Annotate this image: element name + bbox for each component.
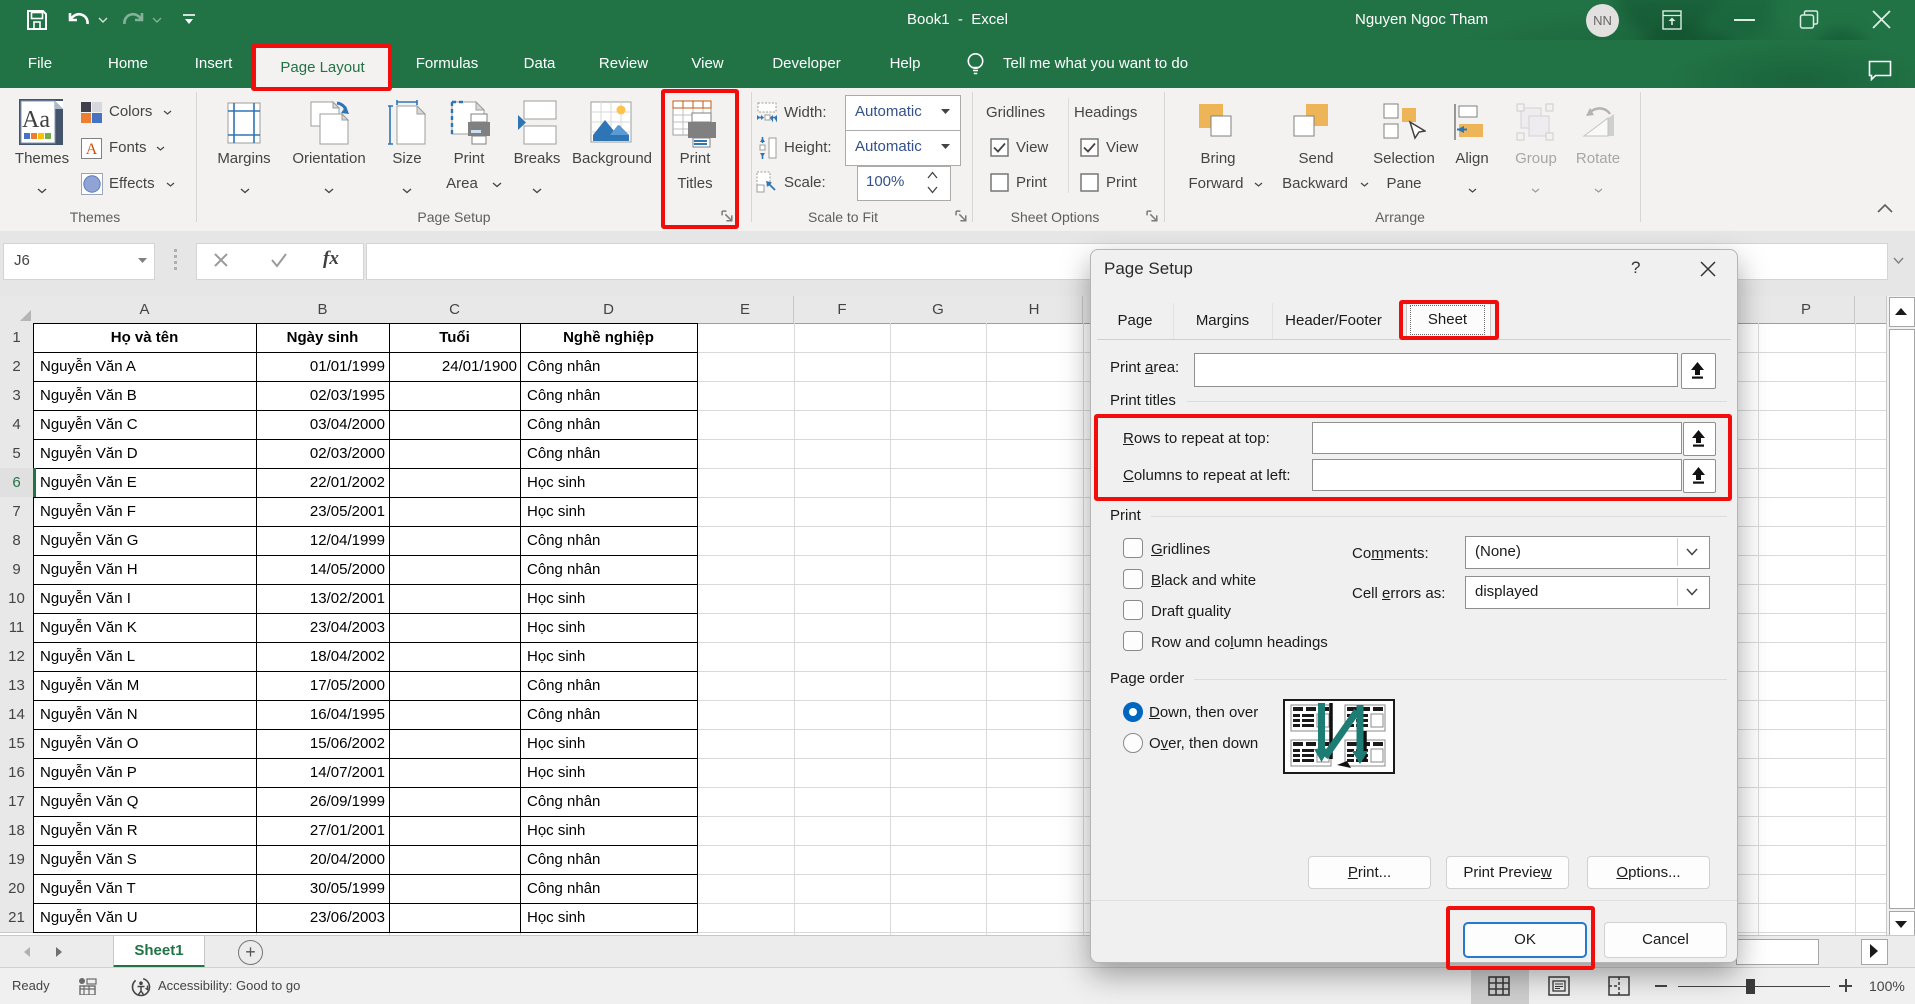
svg-text:A: A <box>86 141 98 158</box>
svg-text:Aa: Aa <box>22 107 50 133</box>
